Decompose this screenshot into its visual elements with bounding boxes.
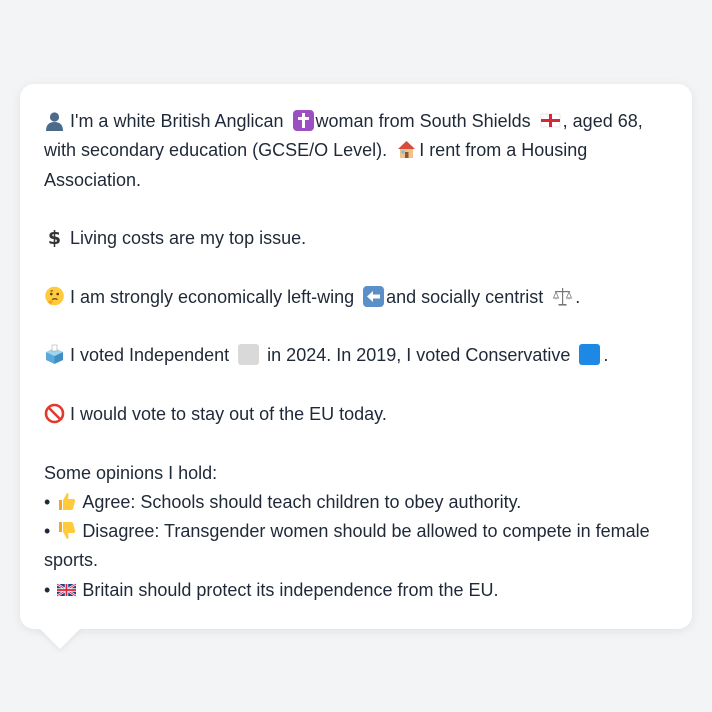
thumbs-up-icon [56, 491, 77, 512]
svg-text:$: $ [48, 227, 61, 248]
ideology-text-1: I am strongly economically left-wing [70, 286, 355, 307]
vote-text-1: I voted Independent [70, 345, 230, 366]
vote-text-3: . [603, 345, 609, 366]
england-flag-icon [540, 110, 561, 131]
ideology-paragraph: I am strongly economically left-wing and… [44, 283, 668, 312]
profile-text-1: I'm a white British Anglican [70, 111, 284, 131]
vote-text-2: in 2024. In 2019, I voted Conservative [267, 345, 571, 366]
opinion-3-text: Britain should protect its independence … [82, 579, 499, 600]
thumbs-down-icon [56, 520, 77, 541]
prohibited-icon [44, 403, 65, 424]
bullet-3: • [44, 579, 51, 600]
ideology-text-3: . [575, 286, 581, 307]
opinion-2-text-line1: Disagree: Transgender women should be al… [82, 521, 650, 542]
left-arrow-icon [363, 285, 385, 307]
ballot-box-icon [44, 344, 65, 365]
ideology-text-2: and socially centrist [386, 286, 544, 307]
latin-cross-icon [292, 110, 314, 131]
profile-text-5: I rent from a Housing [419, 140, 588, 161]
eu-text: I would vote to stay out of the EU today… [70, 403, 387, 424]
conservative-square-icon [579, 344, 601, 366]
eu-paragraph: I would vote to stay out of the EU today… [44, 400, 668, 429]
bullet-2: • [44, 521, 51, 542]
thinking-face-icon [44, 286, 65, 307]
speech-bubble-tail [39, 628, 81, 649]
dollar-icon: $ [44, 227, 65, 248]
uk-flag-icon [56, 579, 77, 600]
profile-text-3: , aged 68, [562, 111, 643, 131]
profile-text-2: woman from South Shields [315, 111, 531, 131]
issue-text: Living costs are my top issue. [70, 228, 307, 249]
profile-text-6: Association. [44, 169, 142, 190]
person-icon [44, 110, 65, 131]
opinion-1-text: Agree: Schools should teach children to … [82, 491, 522, 512]
balance-scale-icon [552, 286, 573, 307]
opinions-section: Some opinions I hold: • Agree: Schools s… [44, 459, 668, 605]
independent-square-icon [238, 344, 260, 366]
issue-paragraph: $ Living costs are my top issue. [44, 224, 668, 253]
opinion-2-text-line2: sports. [44, 550, 99, 571]
opinions-heading: Some opinions I hold: [44, 462, 218, 483]
profile-paragraph: I'm a white British Anglican woman from … [44, 107, 668, 195]
house-icon [396, 139, 417, 160]
bullet-1: • [44, 491, 51, 512]
message-card: I'm a white British Anglican woman from … [20, 84, 692, 629]
profile-text-4: with secondary education (GCSE/O Level). [44, 140, 388, 161]
vote-paragraph: I voted Independent in 2024. In 2019, I … [44, 341, 668, 370]
